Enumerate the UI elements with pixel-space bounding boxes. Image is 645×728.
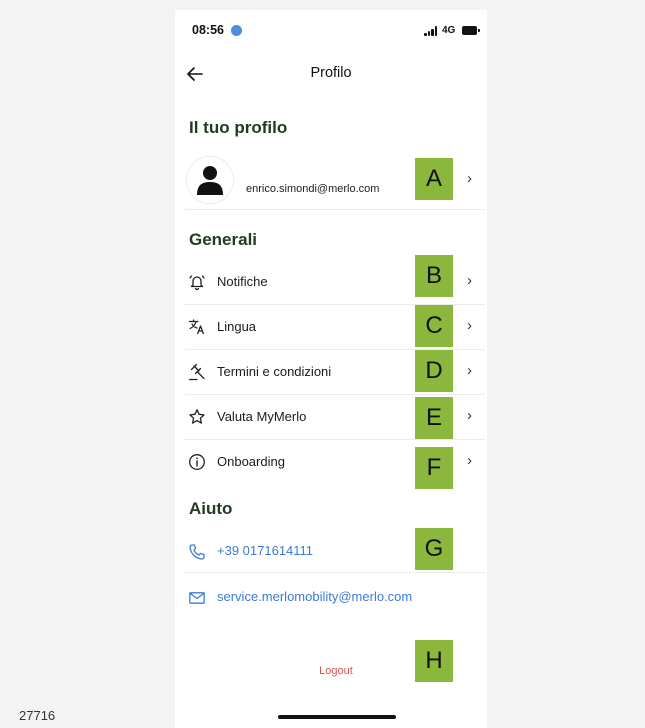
annotation-badge-c: C [415, 305, 453, 347]
menu-item-label: Lingua [217, 319, 257, 334]
mail-icon [189, 592, 205, 604]
nav-bar: Profilo [175, 60, 487, 90]
info-icon [189, 454, 205, 470]
document-id: 27716 [19, 708, 56, 723]
annotation-badge-b: B [415, 255, 453, 297]
annotation-badge-f: F [415, 447, 453, 489]
home-indicator [278, 715, 396, 719]
annotation-badge-d: D [415, 350, 453, 392]
help-email: service.merlomobility@merlo.com [217, 589, 413, 604]
bell-icon [189, 275, 205, 291]
annotation-badge-a: A [415, 158, 453, 200]
chevron-right-icon: › [467, 317, 472, 334]
profile-section-title: Il tuo profilo [189, 118, 288, 137]
location-indicator-icon [231, 25, 242, 36]
chevron-right-icon: › [467, 272, 472, 289]
star-icon [189, 409, 205, 424]
help-email-link[interactable]: service.merlomobility@merlo.com [175, 576, 487, 618]
annotation-badge-h: H [415, 640, 453, 682]
page-title: Profilo [310, 65, 352, 81]
chevron-right-icon: › [467, 170, 472, 187]
general-section-title: Generali [189, 230, 258, 249]
profile-email: enrico.simondi@merlo.com [246, 183, 380, 195]
menu-item-label: Onboarding [217, 454, 285, 469]
chevron-right-icon: › [467, 452, 472, 469]
chevron-right-icon: › [467, 362, 472, 379]
translate-icon [188, 319, 205, 335]
annotation-badge-e: E [415, 397, 453, 439]
help-phone: +39 0171614111 [217, 543, 314, 558]
divider [185, 209, 485, 210]
status-time: 08:56 [192, 23, 224, 37]
user-icon [197, 166, 223, 195]
menu-item-label: Termini e condizioni [217, 364, 332, 379]
help-section-title: Aiuto [189, 499, 233, 518]
chevron-right-icon: › [467, 407, 472, 424]
menu-item-label: Valuta MyMerlo [217, 409, 307, 424]
avatar [187, 157, 233, 203]
battery-icon [462, 26, 480, 35]
annotation-badge-g: G [415, 528, 453, 570]
status-bar: 08:56 4G [175, 10, 487, 50]
signal-icon [424, 26, 438, 36]
gavel-icon [188, 363, 205, 381]
menu-item-label: Notifiche [217, 274, 268, 289]
divider [185, 572, 485, 573]
phone-icon [189, 544, 205, 560]
network-type: 4G [442, 25, 456, 36]
